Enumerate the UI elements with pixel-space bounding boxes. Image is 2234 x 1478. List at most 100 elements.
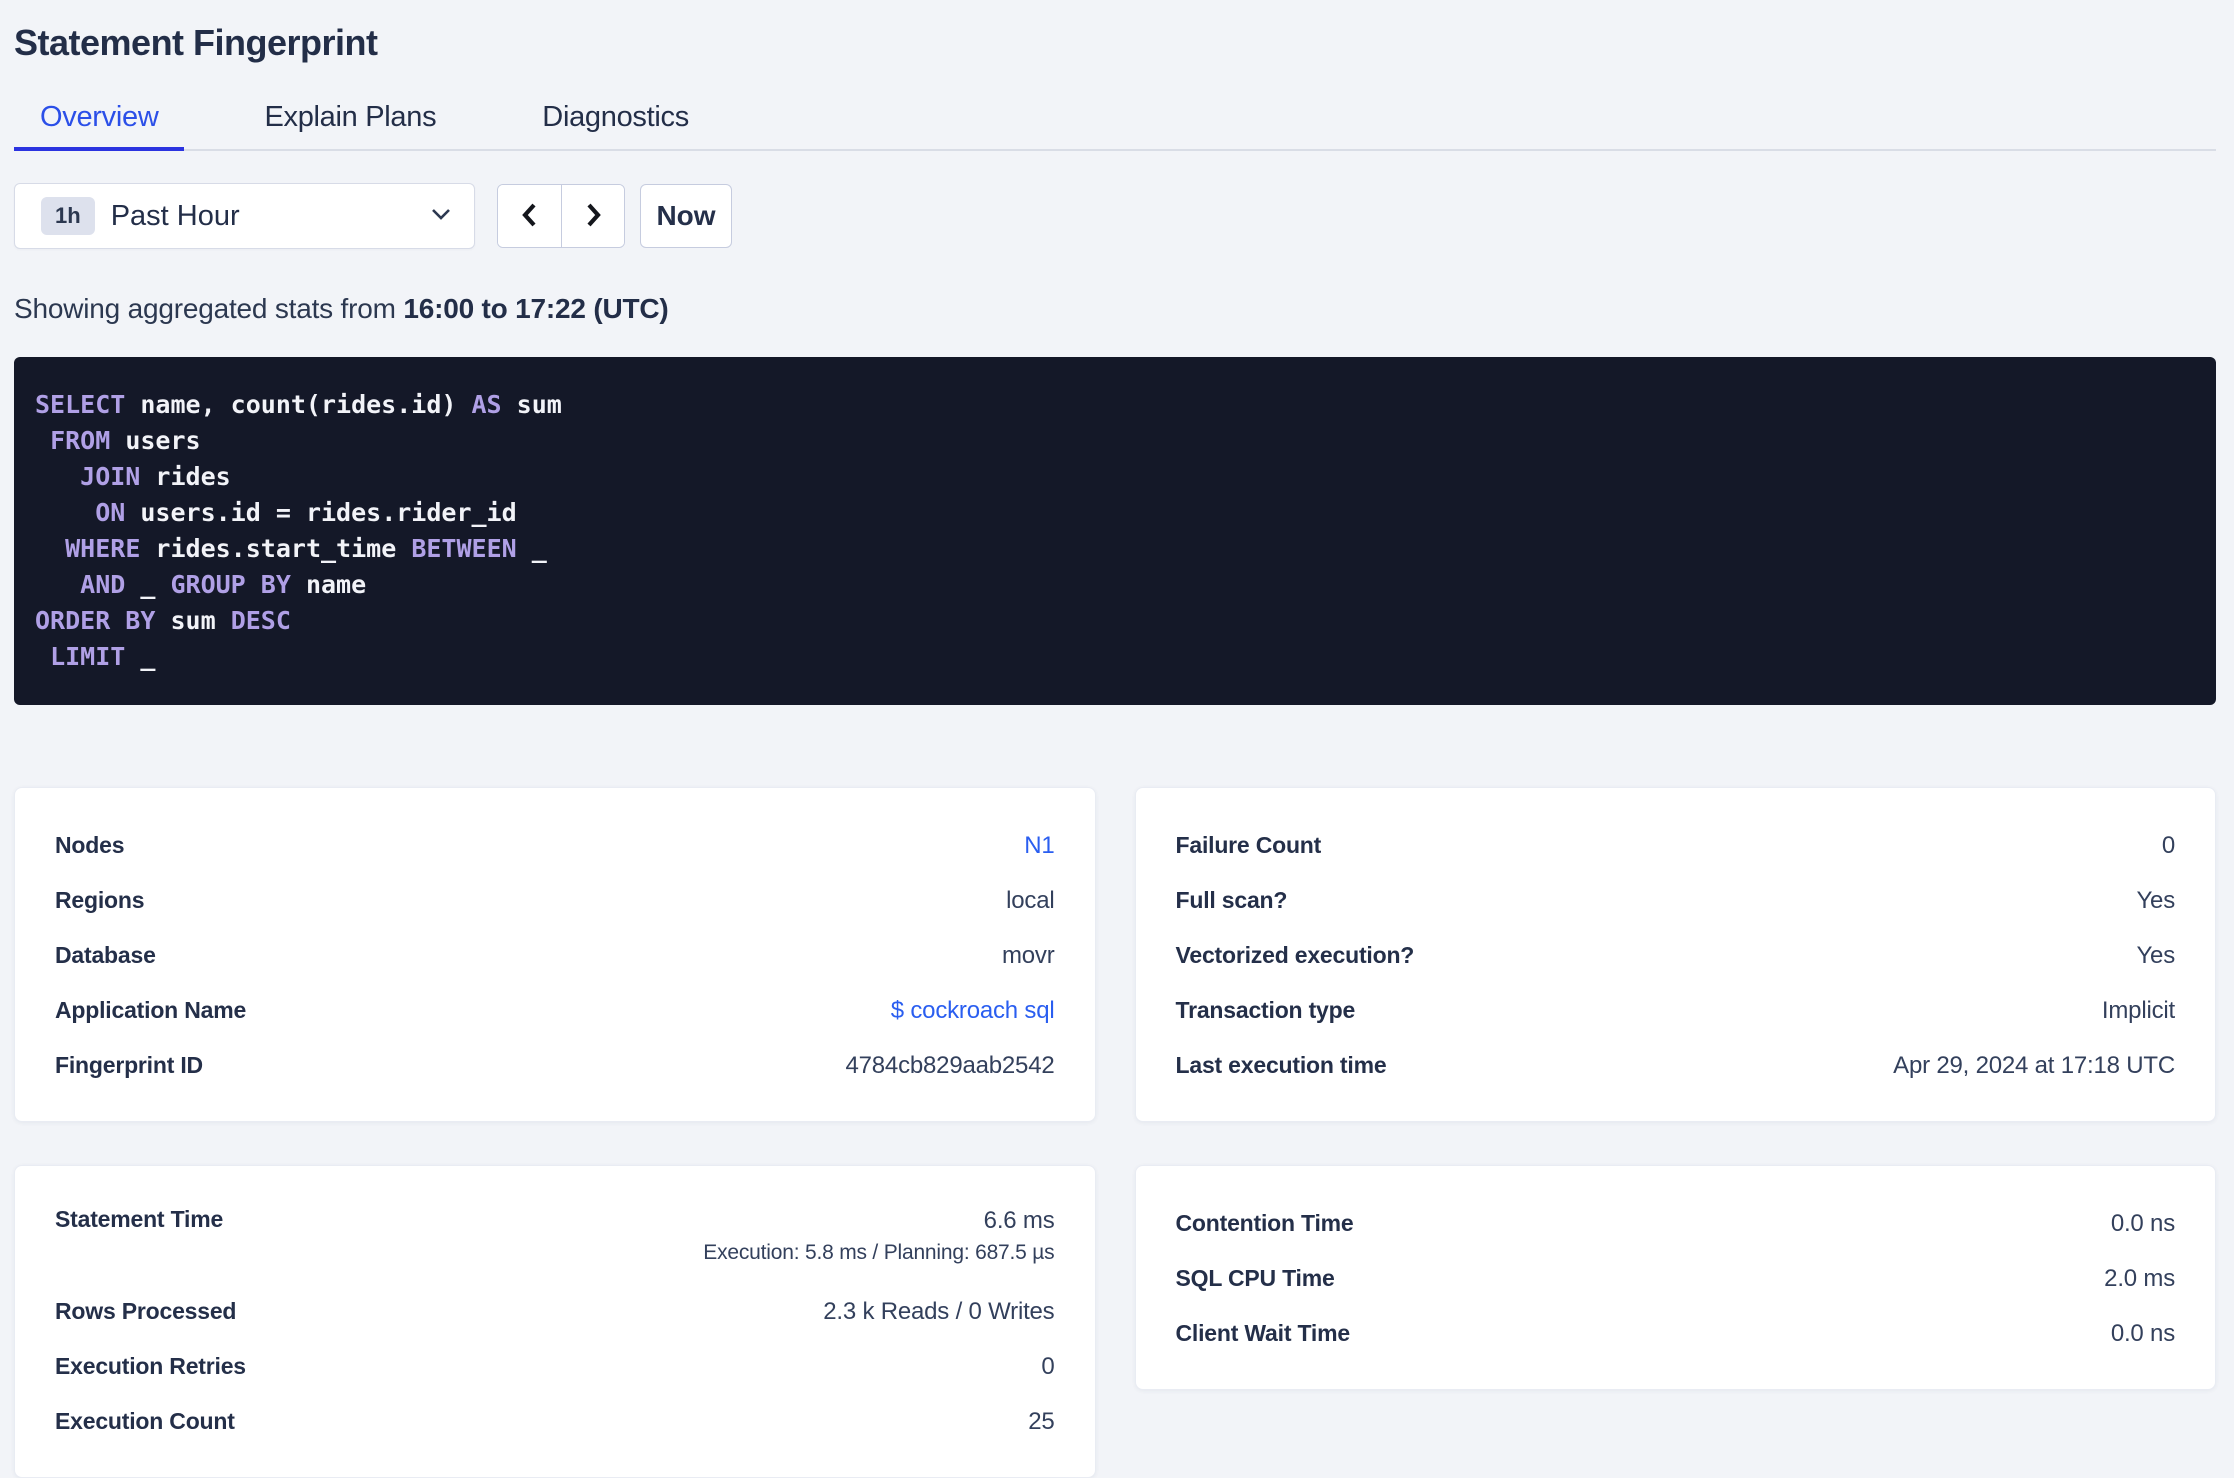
stat-row-last-execution-time: Last execution time Apr 29, 2024 at 17:1… — [1176, 1038, 2176, 1093]
stat-value-link[interactable]: N1 — [1024, 831, 1054, 861]
sql-line: ORDER BY sum DESC — [35, 603, 2192, 639]
stat-value: Yes — [2136, 941, 2175, 969]
stat-value-group: N1 — [1024, 831, 1054, 861]
stat-value: movr — [1001, 941, 1055, 969]
sql-text: rides.start_time — [140, 534, 412, 563]
stat-label: Last execution time — [1175, 1052, 1387, 1078]
tab-label: Explain Plans — [264, 101, 437, 133]
sql-keyword: FROM — [50, 426, 111, 455]
stat-label: Application Name — [55, 997, 247, 1023]
now-button[interactable]: Now — [640, 184, 732, 248]
tab-label: Overview — [40, 101, 159, 133]
sql-keyword: DESC — [230, 606, 291, 635]
sql-line: FROM users — [35, 423, 2192, 459]
sql-text: users — [110, 426, 201, 455]
sql-text: _ — [125, 570, 171, 599]
stat-row-database: Database movr — [55, 928, 1055, 983]
stat-value-group: Yes — [2136, 886, 2175, 916]
stat-label: Full scan? — [1175, 887, 1288, 913]
stat-value-group: Apr 29, 2024 at 17:18 UTC — [1893, 1051, 2175, 1081]
stat-row-statement-time: Statement Time 6.6 ms Execution: 5.8 ms … — [55, 1196, 1055, 1284]
stat-label: Database — [55, 942, 156, 968]
stats-summary-prefix: Showing aggregated stats from — [14, 293, 404, 324]
sql-line: SELECT name, count(rides.id) AS sum — [35, 387, 2192, 423]
prev-time-button[interactable] — [498, 185, 561, 247]
stat-value: Implicit — [2101, 996, 2175, 1024]
stat-label: Contention Time — [1175, 1210, 1354, 1236]
wait-time-card: Contention Time 0.0 ns SQL CPU Time 2.0 … — [1134, 1165, 2216, 1390]
stat-value-group: Yes — [2136, 941, 2175, 971]
sql-statement-code: SELECT name, count(rides.id) AS sum FROM… — [35, 387, 2192, 675]
stat-row-client-wait-time: Client Wait Time 0.0 ns — [1176, 1306, 2176, 1361]
sql-text: users.id = rides.rider_id — [125, 498, 517, 527]
stats-summary-range: 16:00 to 17:22 (UTC) — [403, 293, 669, 324]
stat-label: Execution Retries — [55, 1353, 246, 1379]
sql-text: sum — [501, 390, 562, 419]
sql-keyword: ORDER BY — [35, 606, 156, 635]
time-range-label: Past Hour — [110, 199, 240, 232]
execution-attributes-card: Failure Count 0 Full scan? Yes Vectorize… — [1134, 787, 2216, 1122]
stat-row-transaction-type: Transaction type Implicit — [1176, 983, 2176, 1038]
time-controls: 1h Past Hour Now — [14, 183, 2216, 249]
time-nav-group — [497, 184, 625, 248]
stat-label: Execution Count — [55, 1408, 235, 1434]
sql-keyword: AND — [80, 570, 126, 599]
chevron-right-icon — [580, 199, 606, 234]
stat-value-group: Implicit — [2102, 996, 2175, 1026]
stat-value: 2.0 ms — [2104, 1264, 2175, 1292]
aggregated-stats-summary: Showing aggregated stats from 16:00 to 1… — [14, 293, 2216, 325]
tab-explain-plans[interactable]: Explain Plans — [238, 90, 462, 151]
sql-text: sum — [155, 606, 231, 635]
stat-label: Statement Time — [55, 1206, 224, 1232]
tab-overview[interactable]: Overview — [14, 90, 185, 151]
statement-fingerprint-page: Statement Fingerprint Overview Explain Pl… — [0, 0, 2234, 1478]
sql-keyword: ON — [95, 498, 126, 527]
stat-value-group: local — [1006, 886, 1055, 916]
stat-value: 0.0 ns — [2110, 1209, 2175, 1237]
stat-row-vectorized-execution: Vectorized execution? Yes — [1176, 928, 2176, 983]
chevron-left-icon — [517, 199, 543, 234]
sql-line: JOIN rides — [35, 459, 2192, 495]
stat-value: 4784cb829aab2542 — [845, 1051, 1055, 1079]
stats-cards: Nodes N1 Regions local Database movr App… — [14, 787, 2216, 1478]
stat-value-group: 2.0 ms — [2104, 1264, 2175, 1294]
tab-diagnostics[interactable]: Diagnostics — [516, 90, 715, 151]
stat-value-group: $ cockroach sql — [891, 996, 1055, 1026]
sql-line: ON users.id = rides.rider_id — [35, 495, 2192, 531]
stat-value-group: 0 — [1041, 1352, 1054, 1382]
stat-value: 2.3 k Reads / 0 Writes — [823, 1297, 1055, 1325]
stat-value-link[interactable]: $ cockroach sql — [891, 996, 1055, 1026]
stat-row-execution-retries: Execution Retries 0 — [55, 1339, 1055, 1394]
stat-row-fingerprint-id: Fingerprint ID 4784cb829aab2542 — [55, 1038, 1055, 1093]
tab-bar: Overview Explain Plans Diagnostics — [14, 90, 2216, 151]
sql-line: LIMIT _ — [35, 639, 2192, 675]
stat-value-group: 25 — [1028, 1407, 1054, 1437]
stat-label: Regions — [55, 887, 145, 913]
stat-value: 0 — [2161, 831, 2175, 859]
stat-value-group: 2.3 k Reads / 0 Writes — [823, 1297, 1054, 1327]
stat-row-sql-cpu-time: SQL CPU Time 2.0 ms — [1176, 1251, 2176, 1306]
sql-line: WHERE rides.start_time BETWEEN _ — [35, 531, 2192, 567]
time-range-dropdown[interactable]: 1h Past Hour — [14, 183, 475, 249]
sql-statement-box: SELECT name, count(rides.id) AS sum FROM… — [14, 357, 2216, 705]
stat-value: 0 — [1041, 1352, 1055, 1380]
stat-row-nodes: Nodes N1 — [55, 818, 1055, 873]
stat-value: 25 — [1028, 1407, 1055, 1435]
stat-value: local — [1006, 886, 1055, 914]
stat-subvalue: Execution: 5.8 ms / Planning: 687.5 µs — [703, 1241, 1055, 1264]
stat-value: 6.6 ms — [983, 1207, 1055, 1234]
sql-keyword: JOIN — [80, 462, 141, 491]
stat-value-group: 0 — [2162, 831, 2175, 861]
next-time-button[interactable] — [561, 185, 624, 247]
stat-label: Fingerprint ID — [55, 1052, 203, 1078]
sql-keyword: AS — [471, 390, 502, 419]
stat-label: Client Wait Time — [1175, 1320, 1351, 1346]
page-title: Statement Fingerprint — [14, 22, 378, 63]
sql-text: rides — [140, 462, 231, 491]
stat-label: Rows Processed — [55, 1298, 237, 1324]
stat-label: Failure Count — [1175, 832, 1322, 858]
stat-label: Vectorized execution? — [1175, 942, 1415, 968]
